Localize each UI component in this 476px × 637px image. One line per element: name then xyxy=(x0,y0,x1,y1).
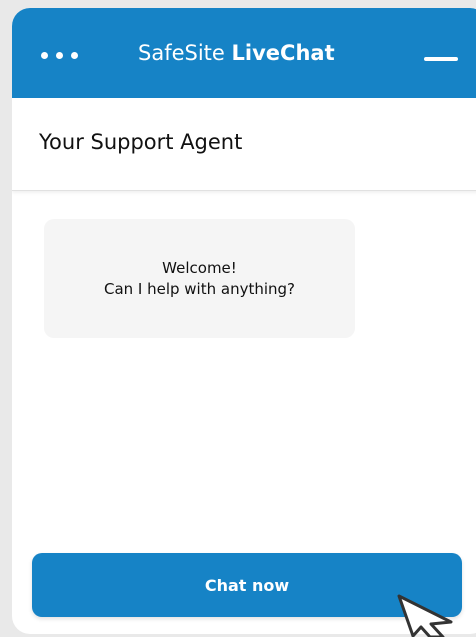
more-dots-icon[interactable] xyxy=(41,52,78,59)
agent-bar: Your Support Agent xyxy=(12,98,476,191)
title-brand: SafeSite xyxy=(138,41,225,65)
message-content: Welcome! Can I help with anything? xyxy=(104,258,295,300)
mouse-pointer-icon xyxy=(397,594,453,637)
menu-dot xyxy=(71,52,78,59)
minimize-icon[interactable] xyxy=(424,57,458,61)
livechat-widget: SafeSite LiveChat Your Support Agent Wel… xyxy=(12,8,476,634)
menu-dot xyxy=(56,52,63,59)
agent-title: Your Support Agent xyxy=(39,130,243,154)
welcome-message: Welcome! Can I help with anything? xyxy=(44,219,355,338)
chat-title: SafeSite LiveChat xyxy=(138,43,335,64)
menu-dot xyxy=(41,52,48,59)
title-product: LiveChat xyxy=(231,41,335,65)
chat-header: SafeSite LiveChat xyxy=(12,8,476,98)
message-line-welcome: Welcome! xyxy=(162,258,237,277)
message-line-help: Can I help with anything? xyxy=(103,279,296,298)
